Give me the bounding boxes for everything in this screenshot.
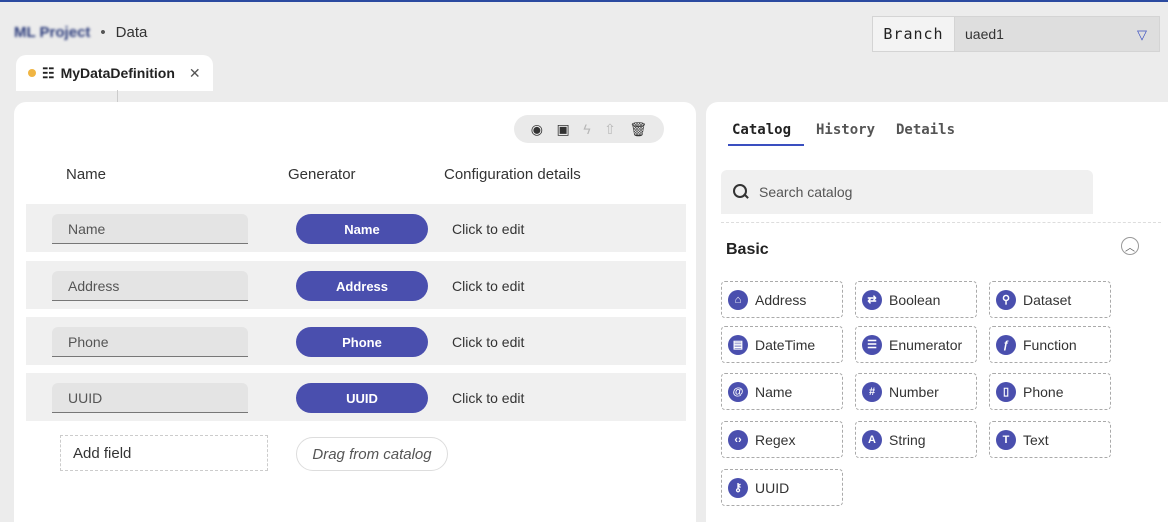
generator-pill[interactable]: Name [296,214,428,244]
toggle-icon: ⇄ [862,289,882,310]
catalog-item-regex[interactable]: ‹› Regex [721,421,843,458]
search-icon [733,184,749,200]
catalog-item-label: Dataset [1023,291,1072,308]
home-icon: ⌂ [728,289,748,310]
catalog-item-address[interactable]: ⌂ Address [721,281,843,318]
string-icon: A [862,429,882,450]
catalog-item-label: Function [1023,336,1077,353]
catalog-item-label: Boolean [889,291,941,308]
catalog-item-label: Enumerator [889,336,963,353]
catalog-item-label: UUID [755,479,790,496]
field-name-input[interactable]: UUID [52,383,248,413]
tab-mydatadefinition[interactable]: ☷ MyDataDefinition ✕ [16,55,213,91]
tab-connector [117,90,118,102]
table-row: UUID UUID Click to edit [26,373,686,421]
table-row: Address Address Click to edit [26,261,686,309]
catalog-item-datetime[interactable]: ▤ DateTime [721,326,843,363]
catalog-item-text[interactable]: T Text [989,421,1111,458]
catalog-item-label: DateTime [755,336,816,353]
close-icon[interactable]: ✕ [189,65,201,82]
branch-dropdown[interactable]: uaed1 ▽ [955,17,1159,51]
column-header-config: Configuration details [444,166,581,183]
section-title-basic: Basic [726,241,769,258]
breadcrumb-page[interactable]: Data [116,24,148,41]
function-icon: ƒ [996,334,1016,355]
field-name-input[interactable]: Name [52,214,248,244]
catalog-item-string[interactable]: A String [855,421,977,458]
table-row: Name Name Click to edit [26,204,686,252]
catalog-item-number[interactable]: # Number [855,373,977,410]
unsaved-dot-icon [28,69,36,77]
catalog-item-label: String [889,431,926,448]
search-input[interactable] [759,184,1059,200]
generator-pill[interactable]: Address [296,271,428,301]
catalog-item-phone[interactable]: ▯ Phone [989,373,1111,410]
field-name-input[interactable]: Phone [52,327,248,357]
chevron-up-icon[interactable]: ︿ [1121,237,1139,255]
active-tab-underline [728,144,804,146]
catalog-item-uuid[interactable]: ⚷ UUID [721,469,843,506]
bolt-icon[interactable]: ϟ [583,121,590,137]
catalog-item-function[interactable]: ƒ Function [989,326,1111,363]
column-header-name: Name [66,166,107,183]
catalog-item-label: Number [889,383,939,400]
branch-selector[interactable]: Branch uaed1 ▽ [872,16,1160,52]
branch-value: uaed1 [965,26,1004,42]
save-icon[interactable]: ▣ [556,121,569,138]
add-field-input[interactable]: Add field [60,435,268,471]
catalog-item-boolean[interactable]: ⇄ Boolean [855,281,977,318]
text-icon: T [996,429,1016,450]
catalog-item-label: Name [755,383,793,400]
column-header-generator: Generator [288,166,356,183]
catalog-item-enumerator[interactable]: ☰ Enumerator [855,326,977,363]
at-icon: @ [728,381,748,402]
tab-details[interactable]: Details [896,122,955,138]
eye-icon[interactable]: ◉ [531,121,543,138]
phone-icon: ▯ [996,381,1016,402]
config-link[interactable]: Click to edit [452,278,524,294]
list-icon: ☰ [862,334,882,355]
caret-down-icon[interactable]: ▽ [1137,27,1147,43]
top-accent-bar [0,0,1168,2]
catalog-item-label: Phone [1023,383,1064,400]
catalog-item-name[interactable]: @ Name [721,373,843,410]
calendar-icon: ▤ [728,334,748,355]
definition-icon: ☷ [42,64,55,81]
branch-label: Branch [873,17,955,51]
catalog-item-dataset[interactable]: ⚲ Dataset [989,281,1111,318]
catalog-item-label: Regex [755,431,796,448]
config-link[interactable]: Click to edit [452,221,524,237]
toolbar: ◉ ▣ ϟ ⇧ 🗑 [514,115,664,143]
catalog-item-label: Text [1023,431,1049,448]
catalog-item-label: Address [755,291,807,308]
drag-from-catalog-drop-zone[interactable]: Drag from catalog [296,437,448,471]
hash-icon: # [862,381,882,402]
tab-label: MyDataDefinition [60,65,175,81]
generator-pill[interactable]: Phone [296,327,428,357]
divider [721,222,1161,223]
upload-icon[interactable]: ⇧ [604,121,616,138]
code-icon: ‹› [728,429,748,450]
table-row: Phone Phone Click to edit [26,317,686,365]
breadcrumb: ML Project • Data [14,24,147,41]
fields-panel: ◉ ▣ ϟ ⇧ 🗑 Name Generator Configuration d… [14,102,696,522]
breadcrumb-project[interactable]: ML Project [14,24,90,41]
tab-catalog[interactable]: Catalog [732,122,791,138]
generator-pill[interactable]: UUID [296,383,428,413]
dataset-icon: ⚲ [996,289,1016,310]
search-catalog-field[interactable] [721,170,1093,214]
key-icon: ⚷ [728,477,748,498]
field-name-input[interactable]: Address [52,271,248,301]
config-link[interactable]: Click to edit [452,334,524,350]
catalog-panel: Catalog History Details Basic ︿ ⌂ Addres… [706,102,1168,522]
trash-icon[interactable]: 🗑 [629,121,647,138]
config-link[interactable]: Click to edit [452,390,524,406]
tab-history[interactable]: History [816,122,875,138]
breadcrumb-separator: • [100,24,106,41]
